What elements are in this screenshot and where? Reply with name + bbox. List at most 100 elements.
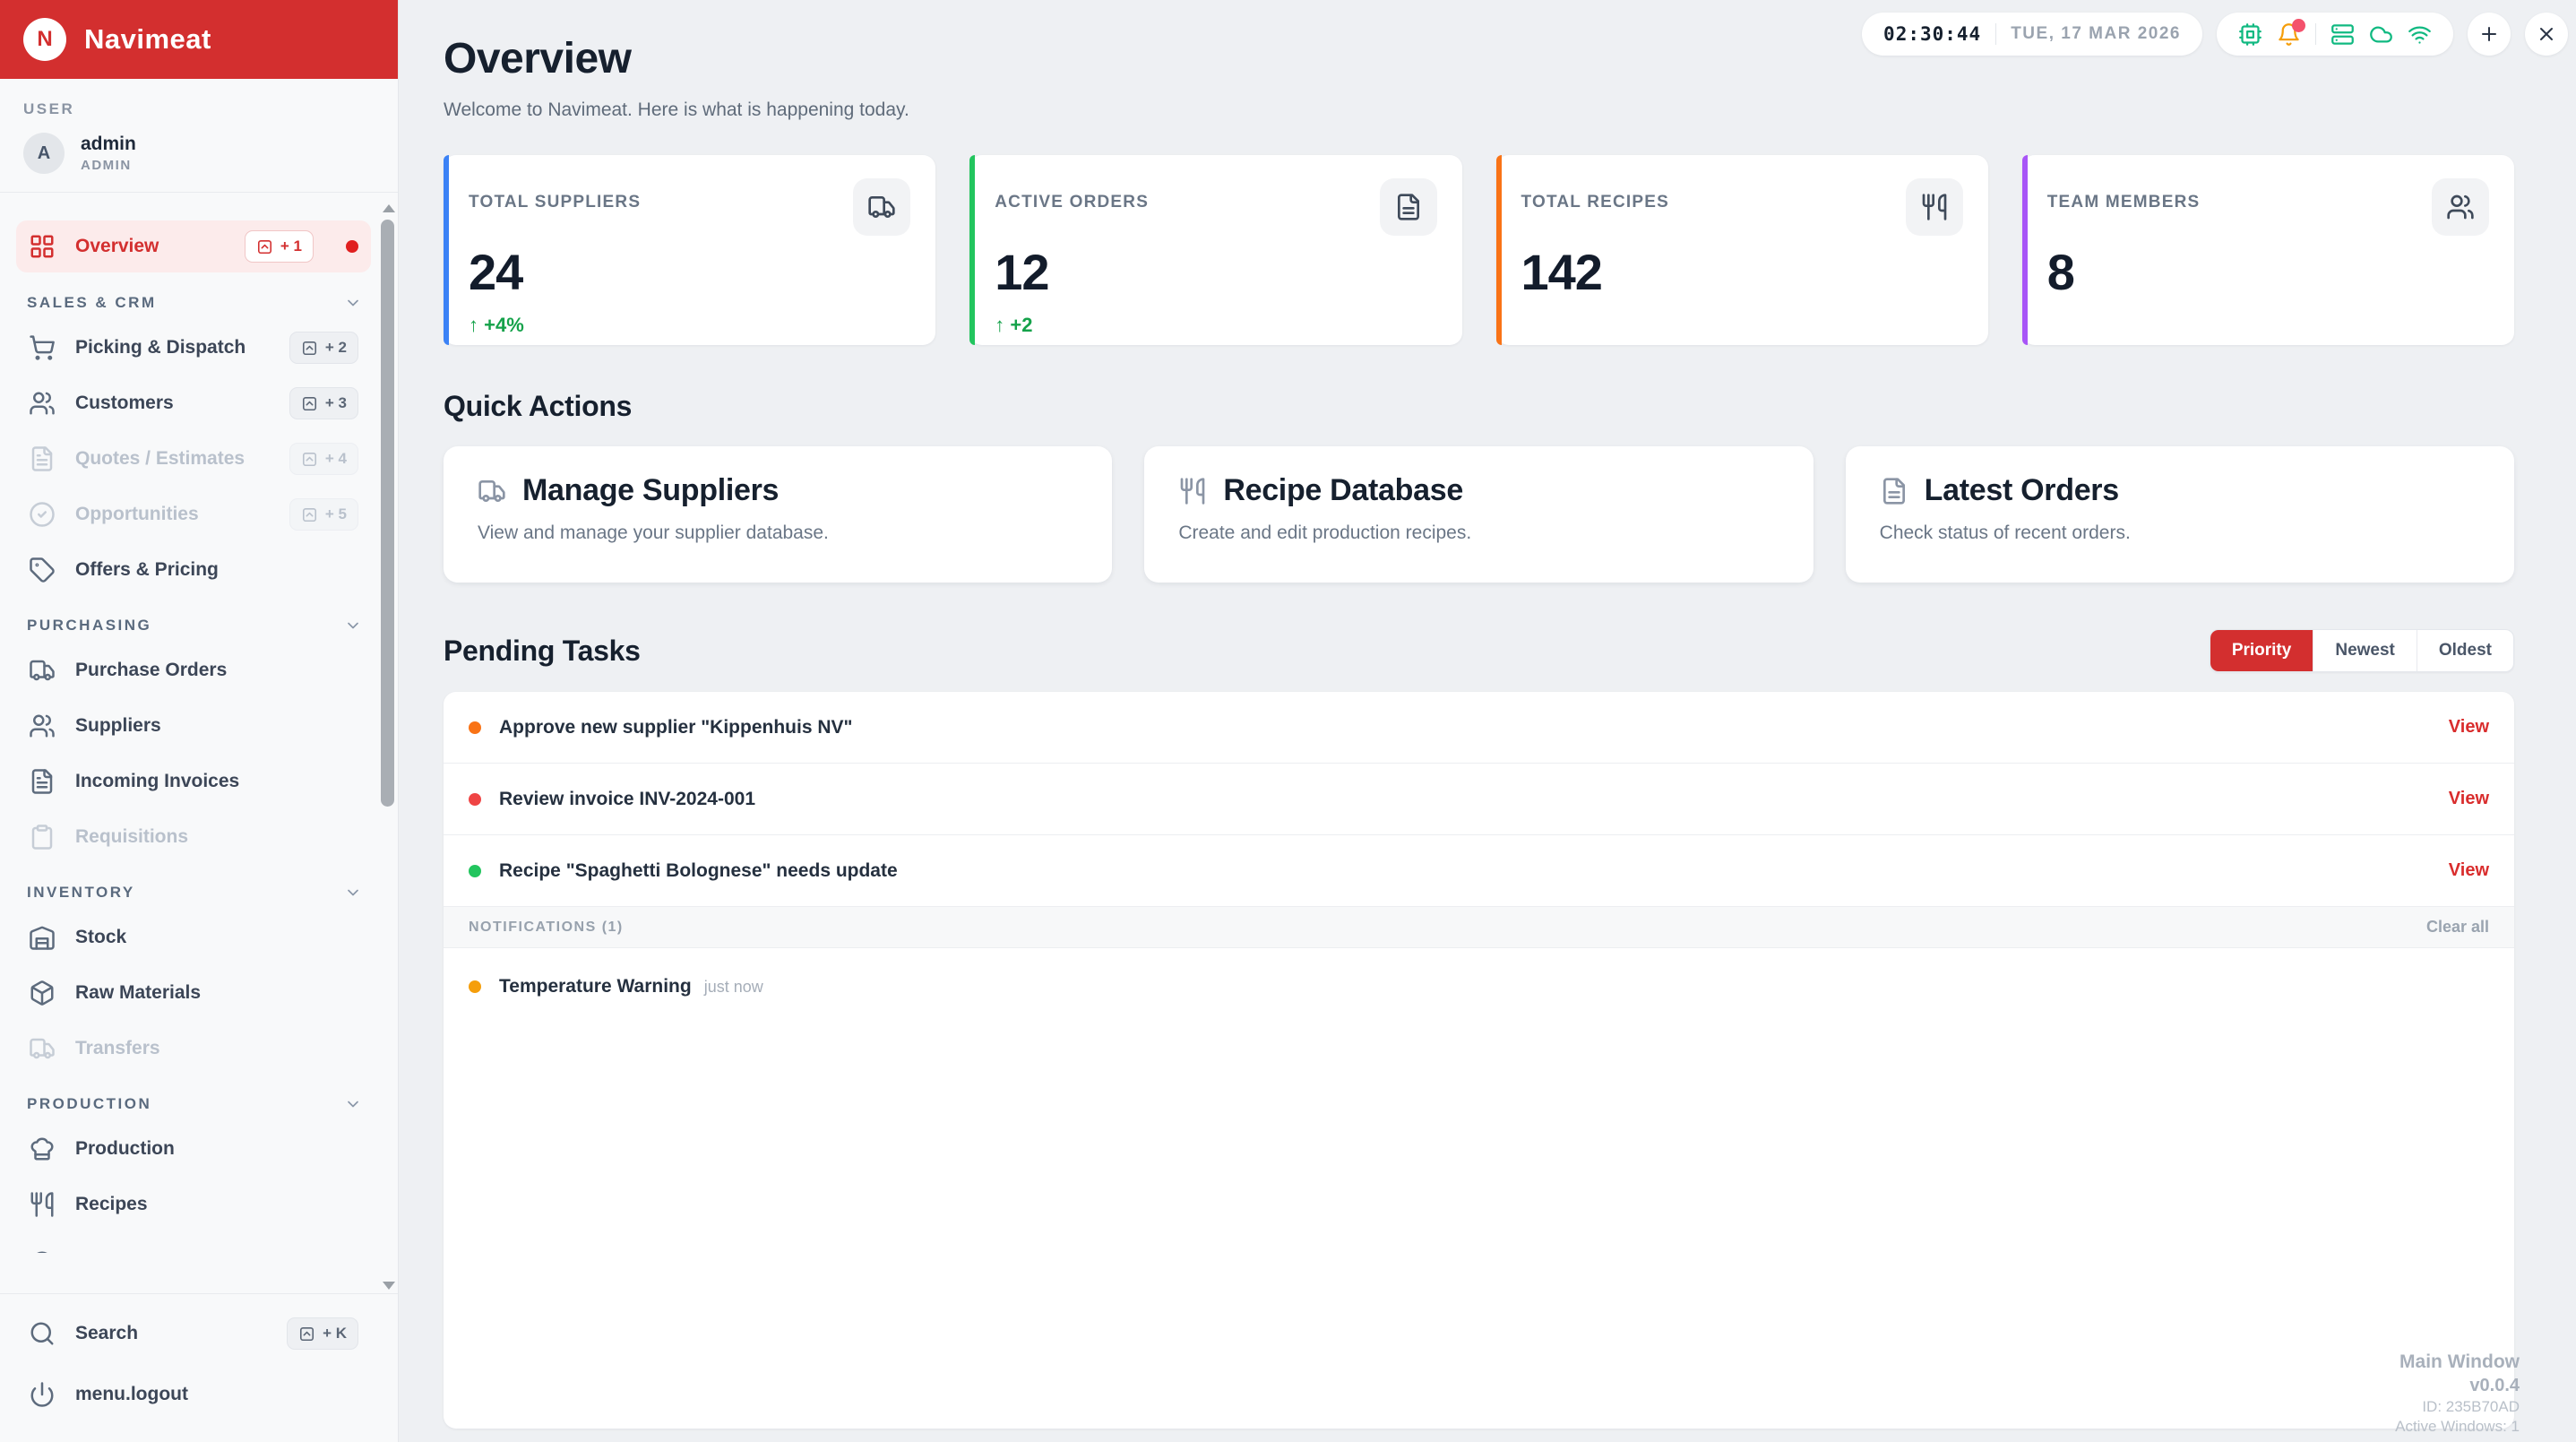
- stat-card-total-recipes[interactable]: TOTAL RECIPES 142: [1495, 155, 1988, 345]
- key-icon: [302, 396, 316, 410]
- notifications-bell[interactable]: [2277, 18, 2305, 47]
- sort-newest-button[interactable]: Newest: [2313, 630, 2417, 671]
- server-icon[interactable]: [2330, 22, 2355, 47]
- sidebar-item-overview[interactable]: Overview + 1: [16, 220, 371, 272]
- pending-tasks-section: Pending Tasks Priority Newest Oldest App…: [444, 629, 2514, 1429]
- pending-tasks-title: Pending Tasks: [444, 634, 641, 667]
- app-header: N Navimeat: [0, 0, 398, 79]
- user-block: USER A admin ADMIN: [0, 79, 398, 193]
- sort-priority-button[interactable]: Priority: [2210, 630, 2313, 671]
- key-icon: [300, 1326, 314, 1341]
- active-windows: Active Windows: 1: [2395, 1417, 2520, 1435]
- task-row[interactable]: Recipe "Spaghetti Bolognese" needs updat…: [444, 835, 2514, 907]
- section-header-purchasing[interactable]: PURCHASING: [27, 617, 362, 635]
- sidebar-item-purchase-orders[interactable]: Purchase Orders: [16, 645, 371, 695]
- plus-icon: [2482, 27, 2496, 41]
- section-header-sales-crm[interactable]: SALES & CRM: [27, 294, 362, 312]
- wifi-icon[interactable]: [2408, 22, 2432, 47]
- sidebar-item-stock[interactable]: Stock: [16, 912, 371, 963]
- package-icon: [30, 980, 54, 1006]
- stat-card-team-members[interactable]: TEAM MEMBERS 8: [2021, 155, 2514, 345]
- utensils-icon: [1180, 477, 1205, 505]
- task-sort-control: Priority Newest Oldest: [2209, 629, 2514, 672]
- task-row[interactable]: Review invoice INV-2024-001 View: [444, 764, 2514, 835]
- sidebar-scrollbar[interactable]: [381, 204, 395, 1290]
- search-button[interactable]: Search + K: [16, 1308, 371, 1359]
- chevron-down-icon: [348, 299, 358, 307]
- scroll-down-arrow[interactable]: [383, 1282, 395, 1290]
- view-link[interactable]: View: [2449, 717, 2489, 738]
- file-text-icon: [1379, 178, 1437, 236]
- sidebar-item-partial: [16, 1235, 371, 1253]
- sidebar-item-picking-dispatch[interactable]: Picking & Dispatch + 2: [16, 323, 371, 373]
- clear-all-link[interactable]: Clear all: [2426, 918, 2489, 937]
- truck-icon: [30, 1038, 55, 1059]
- sidebar-item-opportunities[interactable]: Opportunities + 5: [16, 489, 371, 540]
- cart-icon: [30, 335, 55, 360]
- truck-icon: [853, 178, 911, 236]
- sidebar-item-production[interactable]: Production: [16, 1124, 371, 1174]
- task-row[interactable]: Approve new supplier "Kippenhuis NV" Vie…: [444, 692, 2514, 764]
- stat-delta: [1521, 314, 1963, 337]
- stat-value: 12: [995, 244, 1049, 300]
- section-header-inventory[interactable]: INVENTORY: [27, 884, 362, 902]
- sidebar-item-quotes-estimates[interactable]: Quotes / Estimates + 4: [16, 434, 371, 484]
- new-window-button[interactable]: [2468, 13, 2511, 56]
- warning-dot: [469, 980, 481, 993]
- quick-action-latest-orders[interactable]: Latest Orders Check status of recent ord…: [1845, 446, 2514, 583]
- sidebar-item-requisitions[interactable]: Requisitions: [16, 812, 371, 862]
- view-link[interactable]: View: [2449, 789, 2489, 809]
- clock-date: TUE, 17 MAR 2026: [2011, 24, 2181, 43]
- stat-label: TOTAL SUPPLIERS: [469, 193, 642, 212]
- sidebar-item-recipes[interactable]: Recipes: [16, 1179, 371, 1230]
- key-icon: [302, 452, 316, 466]
- dashboard-grid-icon: [30, 235, 54, 258]
- section-header-production[interactable]: PRODUCTION: [27, 1095, 362, 1113]
- file-text-icon: [31, 446, 53, 471]
- sort-oldest-button[interactable]: Oldest: [2416, 630, 2513, 671]
- sidebar-item-offers-pricing[interactable]: Offers & Pricing: [16, 545, 371, 595]
- stat-label: ACTIVE ORDERS: [995, 193, 1150, 212]
- cpu-icon[interactable]: [2238, 22, 2262, 47]
- stat-card-active-orders[interactable]: ACTIVE ORDERS 12 ↑ +2: [969, 155, 1462, 345]
- divider: [2315, 23, 2316, 45]
- sidebar-item-transfers[interactable]: Transfers: [16, 1023, 371, 1074]
- chef-hat-icon: [30, 1137, 54, 1161]
- stat-delta: ↑ +2: [995, 314, 1033, 336]
- system-tray: [2217, 13, 2453, 56]
- stat-value: 142: [1521, 244, 1603, 300]
- sidebar-item-raw-materials[interactable]: Raw Materials: [16, 968, 371, 1018]
- gear-icon: [37, 1251, 47, 1253]
- sidebar-item-customers[interactable]: Customers + 3: [16, 378, 371, 428]
- key-icon: [257, 239, 271, 254]
- clock-time: 02:30:44: [1883, 23, 1982, 45]
- view-link[interactable]: View: [2449, 860, 2489, 881]
- priority-dot: [469, 721, 481, 734]
- sidebar-item-incoming-invoices[interactable]: Incoming Invoices: [16, 756, 371, 807]
- close-button[interactable]: [2525, 13, 2568, 56]
- window-name: Main Window: [2399, 1351, 2520, 1372]
- shortcut-badge: + 2: [289, 332, 358, 364]
- notification-row[interactable]: Temperature Warning just now: [444, 948, 2514, 1025]
- shortcut-badge: + 4: [289, 443, 358, 475]
- sidebar-item-suppliers[interactable]: Suppliers: [16, 701, 371, 751]
- scroll-up-arrow[interactable]: [383, 204, 395, 212]
- priority-dot: [469, 864, 481, 877]
- stat-label: TEAM MEMBERS: [2046, 193, 2201, 212]
- window-id: ID: 235B70AD: [2422, 1397, 2520, 1415]
- logout-button[interactable]: menu.logout: [16, 1369, 371, 1420]
- stat-card-total-suppliers[interactable]: TOTAL SUPPLIERS 24 ↑ +4%: [444, 155, 936, 345]
- stat-delta: ↑ +4%: [469, 314, 524, 336]
- bell-alert-dot: [2292, 18, 2305, 32]
- avatar[interactable]: A: [23, 133, 65, 174]
- chevron-down-icon: [348, 889, 358, 896]
- cloud-icon[interactable]: [2369, 22, 2393, 47]
- window-version: v0.0.4: [2469, 1375, 2520, 1395]
- file-text-icon: [1882, 477, 1905, 505]
- close-icon: [2540, 28, 2553, 40]
- quick-action-recipe-database[interactable]: Recipe Database Create and edit producti…: [1144, 446, 1814, 583]
- quick-action-manage-suppliers[interactable]: Manage Suppliers View and manage your su…: [444, 446, 1113, 583]
- scrollbar-thumb[interactable]: [381, 220, 394, 807]
- clock-widget: 02:30:44 TUE, 17 MAR 2026: [1862, 13, 2202, 56]
- user-section-label: USER: [23, 100, 75, 117]
